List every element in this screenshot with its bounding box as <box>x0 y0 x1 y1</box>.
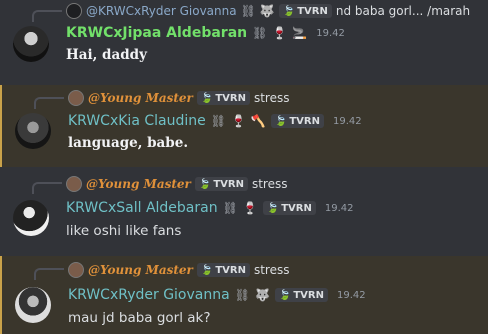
reply-spine <box>34 268 64 280</box>
timestamp: 19.42 <box>316 27 345 39</box>
timestamp: 19.42 <box>332 115 362 127</box>
server-tag: 🍃 TVRN <box>274 288 328 302</box>
leaf-icon: 🍃 <box>200 92 214 104</box>
reply-preview[interactable]: @Young Master 🍃 TVRN stress <box>68 261 289 279</box>
reply-spine <box>34 97 64 109</box>
message-text: Hai, daddy <box>66 47 147 63</box>
message-text: language, babe. <box>68 135 189 151</box>
chain-icon: ⛓ <box>240 4 256 18</box>
message-header: KRWCxRyder Giovanna ⛓ 🐺 🍃 TVRN 19.42 <box>68 285 366 305</box>
avatar[interactable] <box>13 26 49 62</box>
reply-spine <box>32 182 62 194</box>
message-2: @Young Master 🍃 TVRN stress KRWCxKia Clau… <box>0 85 488 167</box>
server-tag: 🍃 TVRN <box>196 263 250 277</box>
reply-avatar <box>66 176 82 192</box>
reply-preview[interactable]: @Young Master 🍃 TVRN stress <box>66 175 287 193</box>
avatar[interactable] <box>15 287 51 323</box>
chain-icon: ⛓ <box>234 288 250 302</box>
axe-icon: 🪓 <box>250 114 266 128</box>
reply-author[interactable]: @Young Master <box>88 263 193 277</box>
reply-author[interactable]: @Young Master <box>88 91 193 105</box>
leaf-icon: 🍃 <box>200 264 214 276</box>
leaf-icon: 🍃 <box>274 115 288 127</box>
timestamp: 19.42 <box>324 202 354 214</box>
cigarette-icon: 🚬 <box>292 26 308 40</box>
message-3: @Young Master 🍃 TVRN stress KRWCxSall Ald… <box>0 170 488 252</box>
reply-avatar <box>66 3 82 19</box>
message-header: KRWCxJipaa Aldebaran ⛓ 🍷 🚬 19.42 <box>66 23 345 43</box>
author-name[interactable]: KRWCxSall Aldebaran <box>66 200 218 216</box>
wine-glass-icon: 🍷 <box>242 201 258 215</box>
reply-author[interactable]: @KRWCxRyder Giovanna <box>86 4 237 18</box>
wine-glass-icon: 🍷 <box>230 114 246 128</box>
author-name[interactable]: KRWCxKia Claudine <box>68 113 206 129</box>
wine-glass-icon: 🍷 <box>272 26 288 40</box>
leaf-icon: 🍃 <box>282 5 296 17</box>
reply-text: nd baba gorl... /marah <box>335 4 471 18</box>
chain-icon: ⛓ <box>222 201 238 215</box>
author-name[interactable]: KRWCxRyder Giovanna <box>68 287 230 303</box>
message-header: KRWCxKia Claudine ⛓ 🍷 🪓 🍃 TVRN 19.42 <box>68 111 362 131</box>
server-tag: 🍃 TVRN <box>262 201 316 215</box>
reply-spine <box>32 10 62 22</box>
wolf-icon: 🐺 <box>259 4 275 18</box>
reply-avatar <box>68 90 84 106</box>
message-1: @KRWCxRyder Giovanna ⛓ 🐺 🍃 TVRN nd baba g… <box>0 0 488 82</box>
reply-avatar <box>68 262 84 278</box>
avatar[interactable] <box>15 113 51 149</box>
server-tag: 🍃 TVRN <box>194 177 248 191</box>
avatar[interactable] <box>13 200 49 236</box>
leaf-icon: 🍃 <box>198 178 212 190</box>
message-header: KRWCxSall Aldebaran ⛓ 🍷 🍃 TVRN 19.42 <box>66 198 354 218</box>
server-tag: 🍃 TVRN <box>270 114 324 128</box>
reply-text: stress <box>253 91 290 105</box>
reply-preview[interactable]: @Young Master 🍃 TVRN stress <box>68 89 289 107</box>
reply-preview[interactable]: @KRWCxRyder Giovanna ⛓ 🐺 🍃 TVRN nd baba g… <box>66 2 470 20</box>
leaf-icon: 🍃 <box>266 202 280 214</box>
leaf-icon: 🍃 <box>278 289 292 301</box>
wolf-icon: 🐺 <box>254 288 270 302</box>
reply-text: stress <box>253 263 290 277</box>
message-text: mau jd baba gorl ak? <box>68 310 211 326</box>
timestamp: 19.42 <box>336 289 366 301</box>
author-name[interactable]: KRWCxJipaa Aldebaran <box>66 25 247 41</box>
server-tag: 🍃 TVRN <box>278 4 332 18</box>
reply-text: stress <box>251 177 288 191</box>
reply-author[interactable]: @Young Master <box>86 177 191 191</box>
chain-icon: ⛓ <box>210 114 226 128</box>
server-tag: 🍃 TVRN <box>196 91 250 105</box>
chain-icon: ⛓ <box>252 26 268 40</box>
message-text: like oshi like fans <box>66 223 182 239</box>
message-4: @Young Master 🍃 TVRN stress KRWCxRyder Gi… <box>0 256 488 334</box>
